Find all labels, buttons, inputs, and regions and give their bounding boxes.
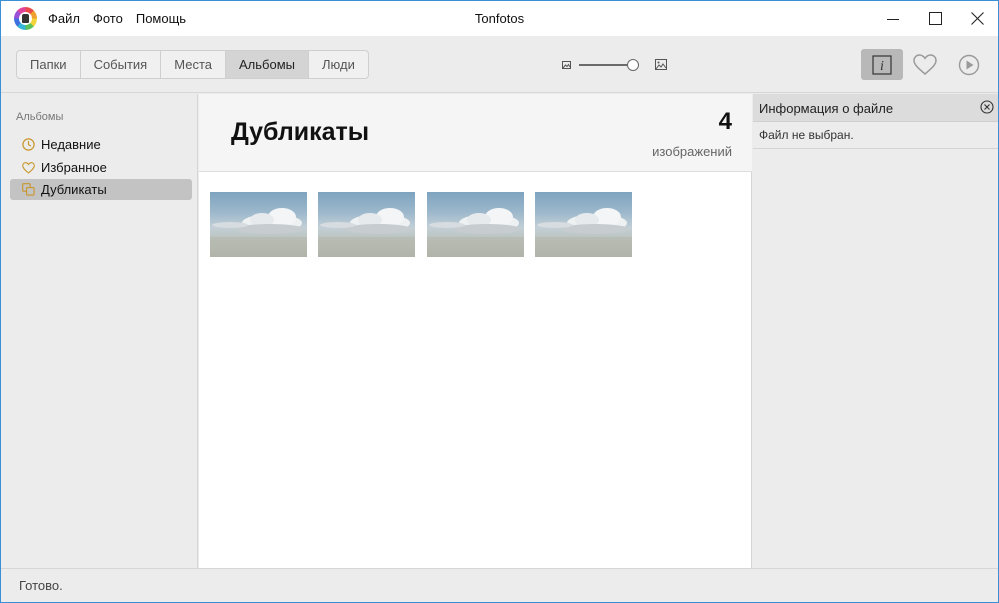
tab-albums[interactable]: Альбомы (225, 51, 309, 78)
file-info-panel: Информация о файле Файл не выбран. (753, 94, 998, 568)
status-bar: Готово. (1, 568, 998, 602)
info-panel-title: Информация о файле (759, 101, 894, 116)
tab-places[interactable]: Места (161, 51, 226, 78)
sidebar-item-label: Дубликаты (41, 182, 107, 197)
heart-icon (913, 54, 937, 75)
duplicates-icon (22, 183, 35, 196)
cloud-photo-1 (210, 208, 307, 257)
menu-help[interactable]: Помощь (136, 11, 186, 26)
clock-icon (22, 138, 35, 151)
sidebar: Альбомы Недавние Избранное Дубликаты (1, 94, 198, 568)
sidebar-item-duplicates[interactable]: Дубликаты (10, 179, 192, 200)
close-button[interactable] (956, 1, 998, 36)
large-image-icon (655, 59, 667, 70)
info-panel-close-button[interactable] (980, 100, 994, 117)
info-panel-header: Информация о файле (753, 94, 998, 122)
photo-thumbnail[interactable] (535, 192, 632, 257)
album-view: Дубликаты 4 изображений (199, 94, 752, 568)
tab-folders[interactable]: Папки (17, 51, 81, 78)
sidebar-item-recent[interactable]: Недавние (10, 134, 192, 155)
album-header: Дубликаты 4 изображений (199, 94, 752, 172)
slideshow-button[interactable] (948, 49, 990, 80)
tab-events[interactable]: События (81, 51, 162, 78)
slider-handle[interactable] (627, 59, 639, 71)
thumbnail-size-slider[interactable] (562, 58, 668, 72)
minimize-icon (887, 18, 899, 20)
sidebar-item-favorites[interactable]: Избранное (10, 157, 192, 178)
heart-icon (22, 161, 35, 174)
view-tabs: Папки События Места Альбомы Люди (16, 50, 369, 79)
maximize-button[interactable] (914, 1, 956, 36)
sidebar-heading: Альбомы (16, 111, 64, 123)
app-logo-icon (14, 7, 37, 30)
close-icon (970, 12, 984, 25)
album-image-count: 4 (718, 108, 732, 135)
photo-thumbnail[interactable] (210, 192, 307, 257)
album-title: Дубликаты (231, 118, 370, 146)
cloud-photo-3 (427, 208, 524, 257)
sidebar-item-label: Недавние (41, 137, 101, 152)
app-window: Файл Фото Помощь Tonfotos Папки События … (0, 0, 999, 603)
small-image-icon (562, 61, 571, 69)
cloud-photo-4 (535, 208, 632, 257)
title-bar: Файл Фото Помощь Tonfotos (1, 1, 998, 36)
sidebar-item-label: Избранное (41, 160, 107, 175)
menu-bar: Файл Фото Помощь (48, 1, 199, 36)
minimize-button[interactable] (872, 1, 914, 36)
svg-text:i: i (880, 59, 884, 74)
photo-thumbnail[interactable] (318, 192, 415, 257)
cloud-photo-2 (318, 208, 415, 257)
maximize-icon (928, 12, 942, 25)
menu-photo[interactable]: Фото (93, 11, 123, 26)
info-icon: i (872, 54, 892, 75)
play-icon (958, 54, 980, 75)
status-text: Готово. (19, 578, 63, 593)
favorite-button[interactable] (904, 49, 946, 80)
photo-thumbnail[interactable] (427, 192, 524, 257)
album-count-label: изображений (652, 144, 732, 159)
close-circle-icon (980, 100, 994, 114)
window-controls (872, 1, 998, 36)
info-panel-body: Файл не выбран. (753, 123, 998, 149)
info-panel-message: Файл не выбран. (759, 128, 854, 142)
tab-people[interactable]: Люди (309, 51, 368, 78)
menu-file[interactable]: Файл (48, 11, 80, 26)
toolbar: Папки События Места Альбомы Люди i (1, 36, 998, 93)
info-panel-button[interactable]: i (861, 49, 903, 80)
